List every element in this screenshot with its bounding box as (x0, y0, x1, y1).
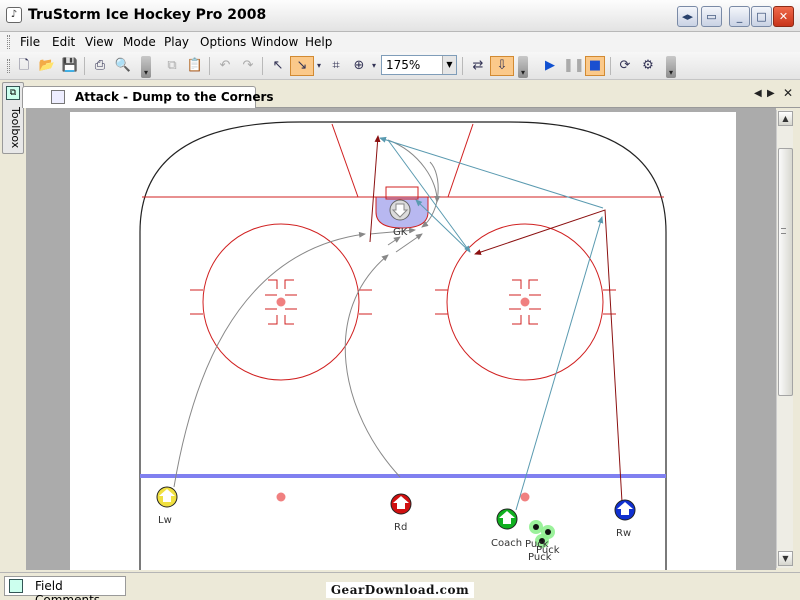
settings-icon[interactable]: ⚙ (638, 56, 658, 76)
toolbox-icon: ⧉ (6, 86, 20, 100)
tab-next-icon[interactable]: ▶ (767, 88, 775, 99)
puck-group[interactable]: Puck Puck Puck (525, 520, 560, 563)
menu-file[interactable]: File (20, 35, 40, 49)
toolbar-grip[interactable] (7, 59, 10, 73)
title-bar: ♪ TruStorm Ice Hockey Pro 2008 ◂▸ ▭ _ □ … (0, 0, 800, 32)
toolbox-label: Toolbox (9, 107, 22, 149)
menu-help[interactable]: Help (305, 35, 332, 49)
menu-view[interactable]: View (85, 35, 113, 49)
draw-line-icon[interactable]: ↘ (290, 56, 314, 76)
tab-prev-icon[interactable]: ◀ (754, 88, 762, 99)
maximize-icon[interactable]: □ (751, 6, 772, 27)
neutral-dot-left (276, 492, 286, 502)
menu-options[interactable]: Options (200, 35, 246, 49)
crop-icon[interactable]: ⌗ (326, 56, 346, 76)
zoom-icon[interactable]: ⊕ (349, 56, 369, 76)
app-icon[interactable]: ♪ (6, 7, 22, 23)
player-label-rd: Rd (394, 522, 407, 533)
vertical-scrollbar[interactable]: ▲ ▼ (776, 110, 793, 568)
copy-icon[interactable]: ⧉ (162, 56, 182, 76)
print-preview-icon[interactable]: 🔍 (113, 56, 133, 76)
tab-close-icon[interactable]: ✕ (783, 86, 793, 100)
restore-icon[interactable]: ◂▸ (677, 6, 698, 27)
player-label-coach: Coach (491, 538, 522, 549)
rink-paper[interactable]: GK Lw Rd Coach Rw Puck Puck Puck (70, 112, 736, 570)
field-comments-tab[interactable]: Field Comments (4, 576, 126, 600)
scroll-down-icon[interactable]: ▼ (778, 551, 793, 566)
toolbar-overflow-1[interactable]: ▾ (141, 56, 151, 78)
undo-icon[interactable]: ↶ (215, 56, 235, 76)
player-label-rw: Rw (616, 528, 631, 539)
faceoff-dot-right (520, 297, 530, 307)
chevron-down-icon[interactable]: ▼ (442, 56, 456, 74)
zoom-value: 175% (386, 58, 421, 72)
print-icon[interactable]: ⎙ (90, 56, 110, 76)
scroll-up-icon[interactable]: ▲ (778, 111, 793, 126)
stop-icon[interactable]: ■ (585, 56, 605, 76)
player-rw[interactable]: Rw (614, 499, 636, 539)
menu-grip[interactable] (7, 35, 10, 49)
toolbar-overflow-3[interactable]: ▾ (666, 56, 676, 78)
loop-icon[interactable]: ⟳ (615, 56, 635, 76)
dock-icon[interactable]: ▭ (701, 6, 722, 27)
document-tab[interactable]: Attack - Dump to the Corners (22, 86, 274, 108)
player-lw[interactable]: Lw (156, 486, 178, 526)
scroll-grip-icon (781, 228, 786, 234)
draw-line-dropdown-icon[interactable]: ▾ (314, 56, 324, 76)
player-rd[interactable]: Rd (390, 493, 412, 533)
scroll-thumb[interactable] (778, 148, 793, 396)
paste-icon[interactable]: 📋 (185, 56, 205, 76)
puck-label-3: Puck (528, 552, 552, 563)
faceoff-dot-left (276, 297, 286, 307)
new-file-icon[interactable]: 🗋 (14, 56, 34, 76)
menu-play[interactable]: Play (164, 35, 189, 49)
close-icon[interactable]: ✕ (773, 6, 794, 27)
player-label-gk: GK (393, 227, 408, 238)
menu-mode[interactable]: Mode (123, 35, 156, 49)
redo-icon[interactable]: ↷ (238, 56, 258, 76)
toolbox-tab[interactable]: ⧉ Toolbox (2, 82, 24, 154)
toolbar-overflow-2[interactable]: ▾ (518, 56, 528, 78)
comments-icon (9, 579, 23, 593)
player-coach[interactable]: Coach (491, 508, 522, 549)
window-title: TruStorm Ice Hockey Pro 2008 (28, 7, 267, 23)
field-comments-label: Field Comments (35, 579, 101, 600)
zoom-select[interactable]: 175% ▼ (381, 55, 457, 75)
minimize-icon[interactable]: _ (729, 6, 750, 27)
open-folder-icon[interactable]: 📂 (37, 56, 57, 76)
neutral-dot-right (520, 492, 530, 502)
play-icon[interactable]: ▶ (540, 56, 560, 76)
canvas-area[interactable]: GK Lw Rd Coach Rw Puck Puck Puck (26, 108, 776, 570)
zoom-dropdown-icon[interactable]: ▾ (369, 56, 379, 76)
menu-edit[interactable]: Edit (52, 35, 75, 49)
select-arrow-icon[interactable]: ↖ (268, 56, 288, 76)
menu-window[interactable]: Window (251, 35, 298, 49)
player-label-lw: Lw (158, 515, 172, 526)
animate-icon[interactable]: ⇄ (468, 56, 488, 76)
rink-diagram[interactable]: GK Lw Rd Coach Rw Puck Puck Puck (70, 112, 736, 570)
pause-icon[interactable]: ❚❚ (563, 56, 585, 76)
watermark-logo: GearDownload.com (326, 582, 474, 598)
export-icon[interactable]: ⇩ (490, 56, 514, 76)
document-tab-title: Attack - Dump to the Corners (75, 90, 274, 104)
save-icon[interactable]: 💾 (60, 56, 80, 76)
document-icon (51, 90, 65, 104)
menu-bar: File Edit View Mode Play Options Window … (0, 32, 800, 52)
